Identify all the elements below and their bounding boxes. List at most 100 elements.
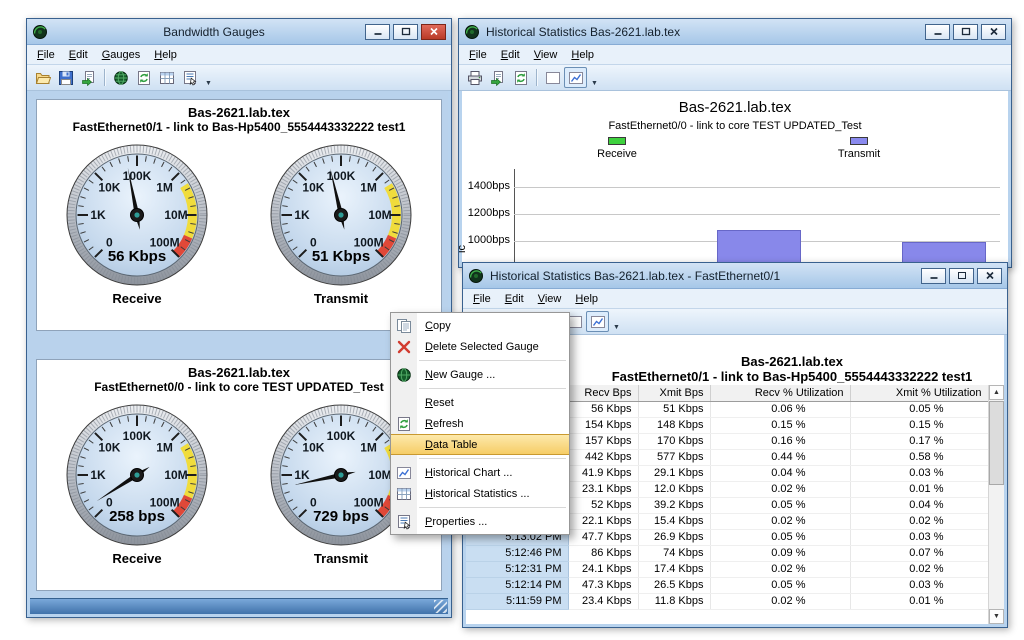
resize-grip[interactable]: [434, 600, 447, 613]
globe-icon: [113, 70, 129, 86]
value-cell: 47.7 Kbps: [568, 529, 638, 545]
menu-file[interactable]: File: [466, 291, 498, 307]
table-row[interactable]: 5:11:59 PM23.4 Kbps11.8 Kbps0.02 %0.01 %: [466, 593, 988, 609]
toolbar-overflow-caret[interactable]: ▼: [609, 324, 624, 331]
menu-item-label: Historical Statistics ...: [425, 488, 530, 500]
scroll-up-button[interactable]: ▲: [989, 385, 1004, 400]
menu-separator: [419, 388, 566, 389]
menu-view[interactable]: View: [531, 291, 569, 307]
gauge-receive: 01K10K100K1M10M100M56 Kbps: [39, 137, 235, 287]
value-cell: 15.4 Kbps: [638, 513, 710, 529]
menu-item-label: Refresh: [425, 418, 464, 430]
menu-item-historical-statistics[interactable]: Historical Statistics ...: [391, 483, 569, 504]
menu-item-new-gauge[interactable]: New Gauge ...: [391, 364, 569, 385]
scroll-thumb[interactable]: [989, 401, 1004, 485]
maximize-button[interactable]: [953, 24, 978, 40]
titlebar[interactable]: Bandwidth Gauges: [27, 19, 451, 45]
refresh-button[interactable]: [509, 67, 532, 88]
time-cell: 5:12:31 PM: [466, 561, 568, 577]
menu-help[interactable]: Help: [564, 47, 601, 63]
gauge-icon: [396, 367, 412, 383]
value-cell: 0.07 %: [850, 545, 988, 561]
export-button[interactable]: [486, 67, 509, 88]
import-button[interactable]: [77, 67, 100, 88]
table-row[interactable]: 5:12:14 PM47.3 Kbps26.5 Kbps0.05 %0.03 %: [466, 577, 988, 593]
gauge-panel-fastethernet0-0[interactable]: Bas-2621.lab.tex FastEthernet0/0 - link …: [36, 359, 442, 591]
vertical-scrollbar[interactable]: ▲ ▼: [988, 385, 1004, 624]
menu-item-refresh[interactable]: Refresh: [391, 413, 569, 434]
column-header-recv-util[interactable]: Recv % Utilization: [710, 385, 850, 401]
value-cell: 157 Kbps: [568, 433, 638, 449]
menu-item-label: Properties ...: [425, 516, 487, 528]
line-chart-view-button[interactable]: [564, 67, 587, 88]
open-button[interactable]: [31, 67, 54, 88]
receive-swatch: [608, 137, 626, 145]
value-cell: 0.03 %: [850, 577, 988, 593]
close-button[interactable]: [981, 24, 1006, 40]
line-chart-view-button[interactable]: [586, 311, 609, 332]
refresh-button[interactable]: [132, 67, 155, 88]
menu-edit[interactable]: Edit: [494, 47, 527, 63]
column-header-recv-bps[interactable]: Recv Bps: [568, 385, 638, 401]
value-cell: 170 Kbps: [638, 433, 710, 449]
save-button[interactable]: [54, 67, 77, 88]
titlebar[interactable]: Historical Statistics Bas-2621.lab.tex: [459, 19, 1011, 45]
menu-item-properties[interactable]: Properties ...: [391, 511, 569, 532]
minimize-button[interactable]: [921, 268, 946, 284]
gauge-dial: 01K10K100K1M10M100M56 Kbps: [39, 137, 235, 287]
menu-item-data-table[interactable]: Data Table: [391, 434, 569, 455]
properties-button[interactable]: [178, 67, 201, 88]
table-row[interactable]: 5:12:46 PM86 Kbps74 Kbps0.09 %0.07 %: [466, 545, 988, 561]
menu-edit[interactable]: Edit: [62, 47, 95, 63]
panel-interface-description: FastEthernet0/1 - link to Bas-Hp5400_555…: [37, 120, 441, 134]
gauge-panel-fastethernet0-1[interactable]: Bas-2621.lab.tex FastEthernet0/1 - link …: [36, 99, 442, 331]
menu-item-delete-selected-gauge[interactable]: Delete Selected Gauge: [391, 336, 569, 357]
value-cell: 86 Kbps: [568, 545, 638, 561]
new-gauge-button[interactable]: [109, 67, 132, 88]
menu-file[interactable]: File: [30, 47, 62, 63]
data-table-button[interactable]: [155, 67, 178, 88]
blank-view-button[interactable]: [541, 67, 564, 88]
column-header-xmit-util[interactable]: Xmit % Utilization: [850, 385, 988, 401]
menu-help[interactable]: Help: [568, 291, 605, 307]
menu-item-reset[interactable]: Reset: [391, 392, 569, 413]
toolbar-separator: [536, 69, 537, 86]
maximize-button[interactable]: [949, 268, 974, 284]
svg-text:10K: 10K: [302, 180, 324, 194]
gridline: [514, 214, 1000, 215]
table-row[interactable]: 5:12:31 PM24.1 Kbps17.4 Kbps0.02 %0.02 %: [466, 561, 988, 577]
menu-item-historical-chart[interactable]: Historical Chart ...: [391, 462, 569, 483]
maximize-button[interactable]: [393, 24, 418, 40]
titlebar[interactable]: Historical Statistics Bas-2621.lab.tex -…: [463, 263, 1007, 289]
value-cell: 23.1 Kbps: [568, 481, 638, 497]
menu-help[interactable]: Help: [147, 47, 184, 63]
close-button[interactable]: [421, 24, 446, 40]
printer-icon: [467, 70, 483, 86]
value-cell: 0.03 %: [850, 465, 988, 481]
column-header-xmit-bps[interactable]: Xmit Bps: [638, 385, 710, 401]
menu-file[interactable]: File: [462, 47, 494, 63]
scroll-down-button[interactable]: ▼: [989, 609, 1004, 624]
value-cell: 26.5 Kbps: [638, 577, 710, 593]
menu-edit[interactable]: Edit: [498, 291, 531, 307]
desktop: { "gauge_window": { "title": "Bandwidth …: [0, 0, 1024, 640]
menu-gauges[interactable]: Gauges: [95, 47, 148, 63]
y-tick-1200: 1200bps: [464, 207, 510, 219]
menu-separator: [419, 507, 566, 508]
toolbar-overflow-caret[interactable]: ▼: [201, 80, 216, 87]
minimize-button[interactable]: [925, 24, 950, 40]
close-button[interactable]: [977, 268, 1002, 284]
toolbar-overflow-caret[interactable]: ▼: [587, 80, 602, 87]
refresh-icon: [396, 416, 412, 432]
value-cell: 29.1 Kbps: [638, 465, 710, 481]
menu-item-copy[interactable]: Copy: [391, 315, 569, 336]
minimize-button[interactable]: [365, 24, 390, 40]
panel-device-name: Bas-2621.lab.tex: [37, 365, 441, 380]
print-button[interactable]: [463, 67, 486, 88]
menu-view[interactable]: View: [527, 47, 565, 63]
refresh-icon: [513, 70, 529, 86]
value-cell: 51 Kbps: [638, 401, 710, 417]
gauge-label-receive: Receive: [39, 551, 235, 566]
value-cell: 17.4 Kbps: [638, 561, 710, 577]
gauge-label-transmit: Transmit: [243, 551, 439, 566]
